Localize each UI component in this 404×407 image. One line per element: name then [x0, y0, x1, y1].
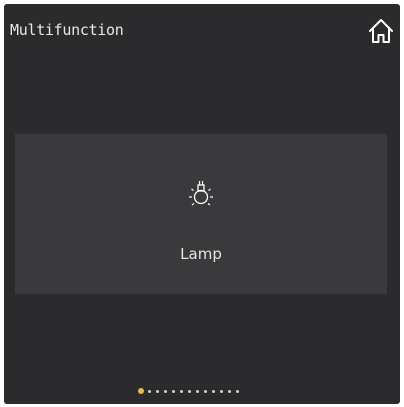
multifunction-screen: Multifunction Lamp	[4, 4, 400, 404]
page-dot[interactable]	[180, 389, 183, 393]
home-button[interactable]	[366, 16, 396, 46]
page-dot[interactable]	[164, 389, 167, 393]
page-dot[interactable]	[196, 389, 199, 393]
lamp-tile[interactable]: Lamp	[15, 134, 387, 294]
page-dot[interactable]	[172, 389, 175, 393]
home-icon	[369, 19, 393, 43]
page-dot[interactable]	[188, 389, 191, 393]
page-dot[interactable]	[212, 389, 215, 393]
page-indicator	[138, 387, 244, 395]
page-dot[interactable]	[228, 389, 231, 393]
tile-label: Lamp	[180, 245, 222, 263]
page-dot[interactable]	[204, 389, 207, 393]
page-title: Multifunction	[10, 21, 124, 39]
page-dot-active[interactable]	[138, 388, 144, 394]
page-dot[interactable]	[236, 389, 239, 393]
page-dot[interactable]	[156, 389, 159, 393]
lamp-icon	[189, 181, 213, 206]
page-dot[interactable]	[220, 389, 223, 393]
page-dot[interactable]	[148, 389, 151, 393]
